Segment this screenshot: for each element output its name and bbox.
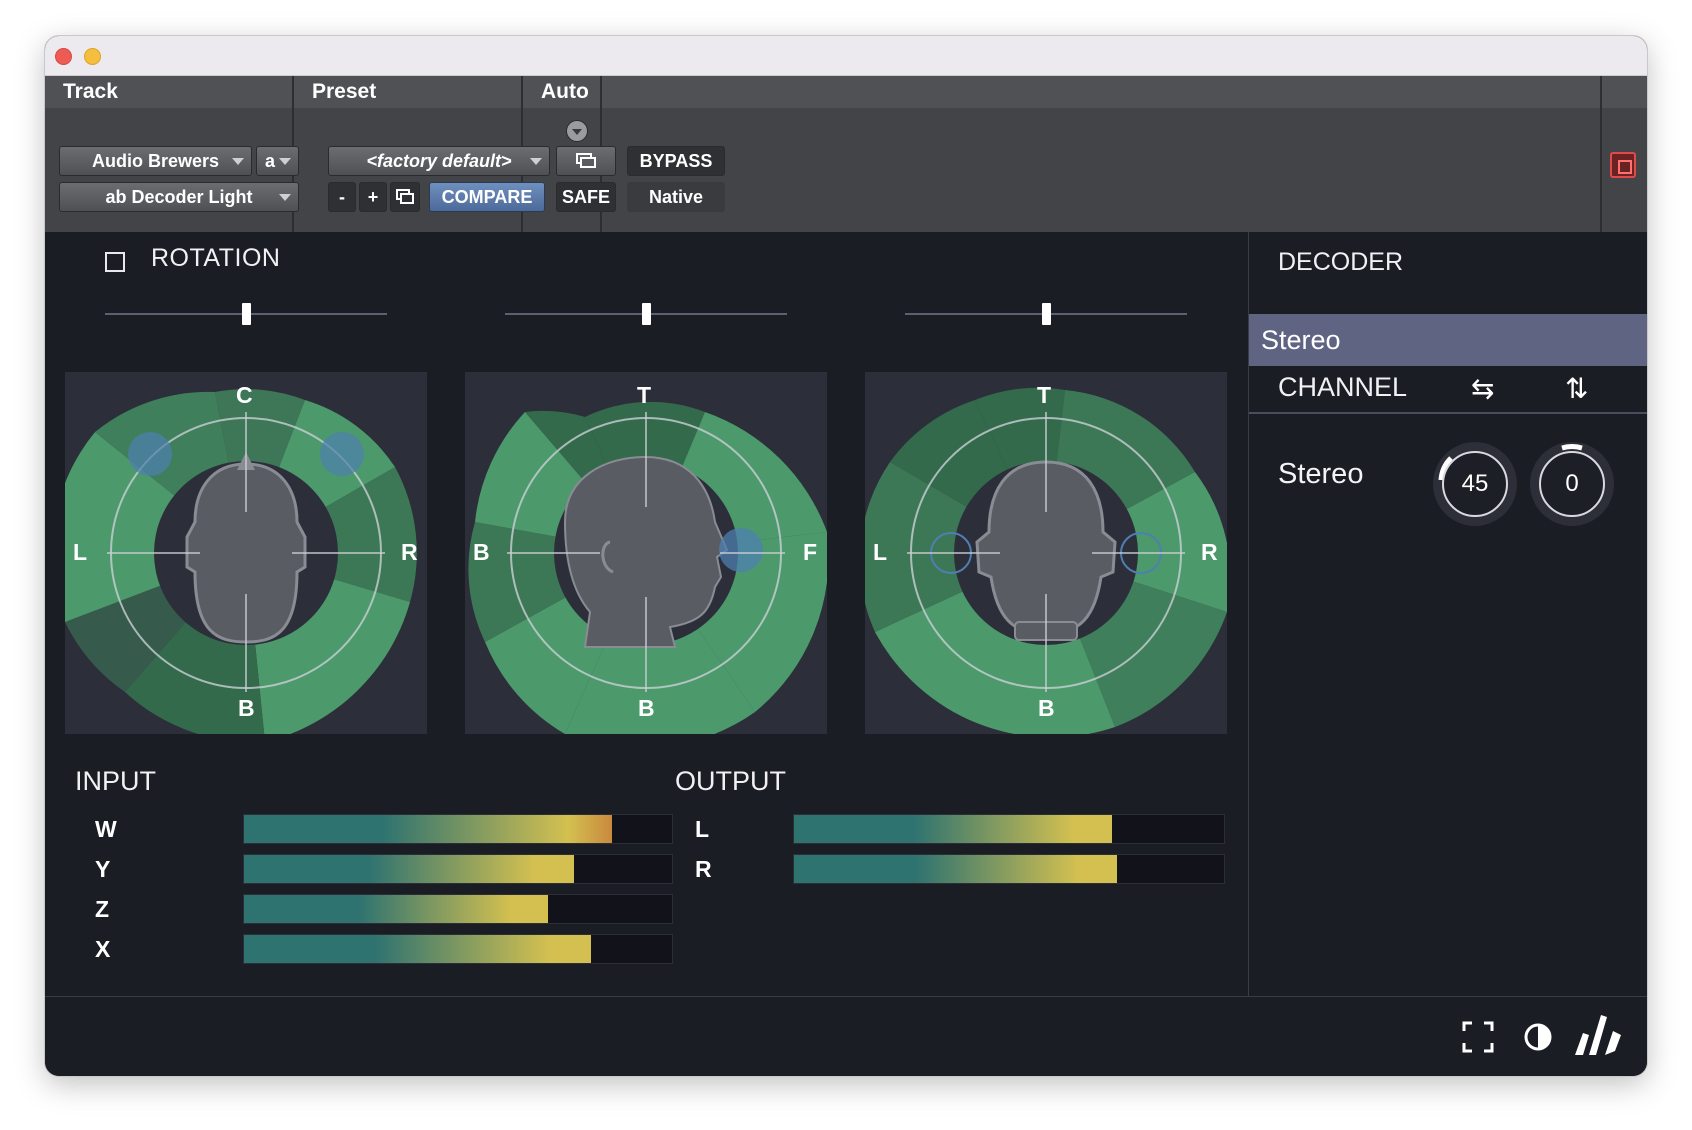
scope-label-right: R	[401, 539, 418, 565]
rotation-slider-pitch[interactable]	[505, 300, 787, 328]
output-meter-row: R	[695, 854, 1225, 886]
source-point[interactable]	[128, 432, 172, 476]
meter-bar	[243, 854, 673, 884]
decoder-option-stereo[interactable]: Stereo	[1249, 314, 1647, 366]
copy-settings-button[interactable]	[390, 182, 420, 212]
host-plugin-bar: Track Preset Auto Audio Brewers a ab Dec…	[45, 76, 1647, 232]
compare-button[interactable]: COMPARE	[429, 182, 545, 212]
slider-thumb[interactable]	[642, 303, 651, 325]
meter-label: R	[695, 856, 712, 882]
scope-label-right: F	[803, 539, 818, 565]
swap-horizontal-icon[interactable]: ⇆	[1471, 372, 1494, 405]
decoder-title: DECODER	[1278, 248, 1404, 276]
rotation-slider-yaw[interactable]	[105, 300, 387, 328]
meter-label: L	[695, 816, 710, 842]
meter-fill	[244, 855, 574, 883]
meter-bar	[243, 934, 673, 964]
slider-thumb[interactable]	[1042, 303, 1051, 325]
plugin-stop-icon[interactable]	[1610, 152, 1636, 178]
scope-label-right: R	[1201, 539, 1218, 565]
automation-window-button[interactable]	[556, 146, 616, 176]
source-point[interactable]	[719, 528, 763, 572]
slider-thumb[interactable]	[242, 303, 251, 325]
channel-title: CHANNEL	[1278, 372, 1408, 402]
title-bar	[45, 36, 1647, 76]
rotation-slider-roll[interactable]	[905, 300, 1187, 328]
audio-brewers-logo	[1575, 1015, 1621, 1055]
scope-label-top: T	[637, 382, 652, 408]
scope-label-bottom: B	[1038, 695, 1055, 721]
scope-top-view: C L R B	[65, 372, 427, 734]
preset-select[interactable]: <factory default>	[328, 146, 550, 176]
input-title: INPUT	[75, 766, 156, 796]
decoder-panel: DECODER Stereo CHANNEL ⇆ ⇅ Stereo 45 0	[1248, 232, 1647, 1032]
meter-label: X	[95, 936, 111, 962]
copy-icon	[396, 189, 414, 204]
meter-fill	[244, 935, 591, 963]
source-point[interactable]	[320, 432, 364, 476]
fullscreen-icon[interactable]	[1460, 1019, 1496, 1055]
scope-front-view: T L R B	[865, 372, 1227, 734]
meter-bar	[243, 814, 673, 844]
meter-fill	[244, 815, 613, 843]
header-spacer	[602, 76, 1647, 108]
channel-row-label: Stereo	[1278, 458, 1364, 490]
input-meter-row: Z	[95, 894, 673, 926]
automation-icon	[576, 153, 596, 168]
channel-header: CHANNEL ⇆ ⇅	[1249, 366, 1647, 414]
rotation-label: ROTATION	[151, 244, 281, 272]
preset-menu-button[interactable]	[566, 120, 588, 142]
track-header: Track	[45, 76, 292, 108]
auto-header: Auto	[523, 76, 600, 108]
rotation-knob[interactable]: 0	[1530, 442, 1614, 526]
native-indicator: Native	[627, 182, 725, 212]
bypass-button[interactable]: BYPASS	[627, 146, 725, 176]
scope-label-left: L	[873, 539, 888, 565]
scope-label-top: T	[1037, 382, 1052, 408]
scope-label-bottom: B	[238, 695, 255, 721]
contrast-icon[interactable]	[1521, 1019, 1555, 1055]
input-meter-row: Y	[95, 854, 673, 886]
meter-fill	[794, 855, 1117, 883]
input-meter-row: W	[95, 814, 673, 846]
previous-preset-button[interactable]: -	[328, 182, 356, 212]
rotation-checkbox[interactable]	[105, 252, 125, 272]
divider	[1600, 76, 1602, 232]
meter-label: W	[95, 816, 117, 842]
meter-bar	[793, 854, 1225, 884]
scope-label-left: L	[73, 539, 88, 565]
scope-label-top: C	[236, 382, 253, 408]
input-meter-row: X	[95, 934, 673, 966]
output-meter-row: L	[695, 814, 1225, 846]
meter-label: Z	[95, 896, 110, 922]
scope-label-bottom: B	[638, 695, 655, 721]
track-name-select[interactable]: Audio Brewers	[59, 146, 252, 176]
plugin-window: Track Preset Auto Audio Brewers a ab Dec…	[45, 36, 1647, 1076]
meter-fill	[244, 895, 548, 923]
width-value: 45	[1442, 451, 1508, 517]
next-preset-button[interactable]: +	[359, 182, 387, 212]
meter-bar	[793, 814, 1225, 844]
plugin-insert-select[interactable]: ab Decoder Light	[59, 182, 299, 212]
preset-header: Preset	[294, 76, 521, 108]
scope-side-view: T B F B	[465, 372, 827, 734]
rotation-value: 0	[1539, 451, 1605, 517]
width-knob[interactable]: 45	[1433, 442, 1517, 526]
output-title: OUTPUT	[675, 766, 786, 796]
meter-bar	[243, 894, 673, 924]
meter-fill	[794, 815, 1113, 843]
safe-button[interactable]: SAFE	[556, 182, 616, 212]
swap-vertical-icon[interactable]: ⇅	[1565, 372, 1588, 405]
main-panel: ROTATION C L R B T B F B T L R B INPUT W…	[45, 232, 1247, 1032]
scope-label-left: B	[473, 539, 490, 565]
minimize-window-button[interactable]	[84, 48, 101, 65]
track-channel-select[interactable]: a	[256, 146, 299, 176]
close-window-button[interactable]	[55, 48, 72, 65]
footer-bar	[45, 996, 1647, 1076]
meter-label: Y	[95, 856, 111, 882]
